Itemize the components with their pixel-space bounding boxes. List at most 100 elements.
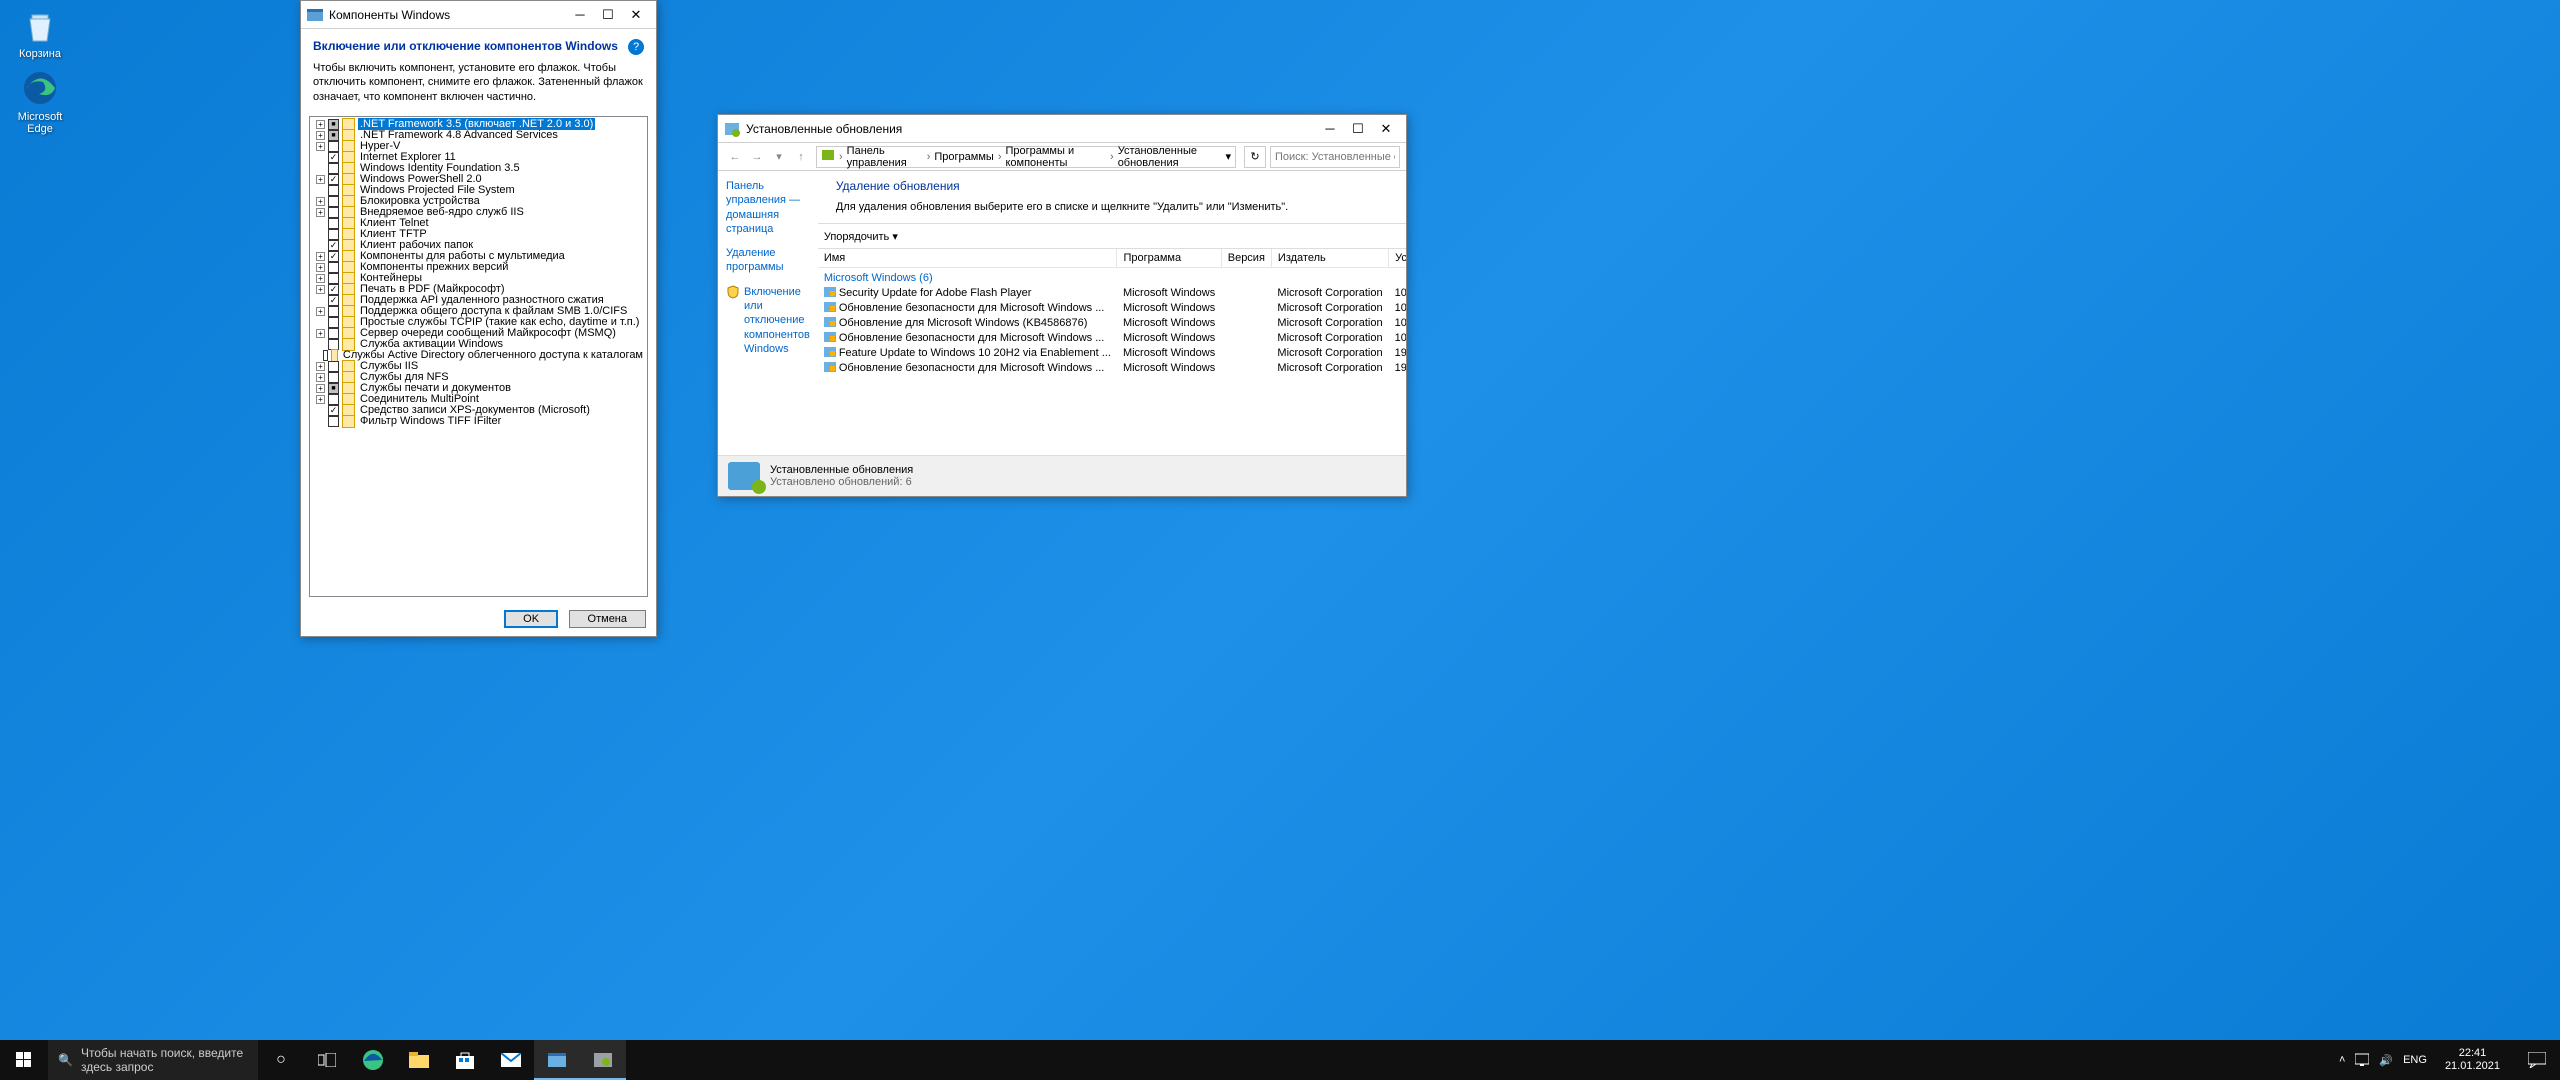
tray-language[interactable]: ENG <box>2403 1054 2427 1066</box>
minimize-button[interactable]: ─ <box>566 4 594 26</box>
titlebar[interactable]: Компоненты Windows ─ ☐ ✕ <box>301 1 656 29</box>
feature-item[interactable]: +Службы печати и документов <box>312 383 645 394</box>
crumb-installed-updates[interactable]: Установленные обновления <box>1118 145 1226 169</box>
close-button[interactable]: ✕ <box>622 4 650 26</box>
back-button[interactable]: ← <box>724 146 746 168</box>
feature-item[interactable]: Фильтр Windows TIFF IFilter <box>312 416 645 427</box>
feature-checkbox[interactable] <box>323 350 329 361</box>
expand-toggle[interactable]: + <box>316 285 325 294</box>
feature-checkbox[interactable] <box>328 240 339 251</box>
feature-item[interactable]: +Печать в PDF (Майкрософт) <box>312 284 645 295</box>
feature-checkbox[interactable] <box>328 163 339 174</box>
tray-volume-icon[interactable]: 🔊 <box>2379 1054 2393 1067</box>
sidebar-windows-features[interactable]: Включение или отключение компонентов Win… <box>744 285 810 356</box>
expand-toggle[interactable]: + <box>316 197 325 206</box>
update-row[interactable]: Security Update for Adobe Flash PlayerMi… <box>818 285 1406 300</box>
feature-item[interactable]: Windows Projected File System <box>312 185 645 196</box>
start-button[interactable] <box>0 1040 48 1080</box>
feature-item[interactable]: +Службы IIS <box>312 361 645 372</box>
feature-checkbox[interactable] <box>328 152 339 163</box>
feature-item[interactable]: +Hyper-V <box>312 141 645 152</box>
feature-checkbox[interactable] <box>328 130 339 141</box>
col-publisher[interactable]: Издатель <box>1271 249 1388 268</box>
feature-item[interactable]: +.NET Framework 4.8 Advanced Services <box>312 130 645 141</box>
feature-item[interactable]: Internet Explorer 11 <box>312 152 645 163</box>
maximize-button[interactable]: ☐ <box>1344 118 1372 140</box>
breadcrumb[interactable]: › Панель управления › Программы › Програ… <box>816 146 1236 168</box>
expand-toggle[interactable]: + <box>316 252 325 261</box>
up-button[interactable]: ↑ <box>790 146 812 168</box>
crumb-control-panel[interactable]: Панель управления <box>847 145 923 169</box>
expand-toggle[interactable]: + <box>316 362 325 371</box>
feature-item[interactable]: +Контейнеры <box>312 273 645 284</box>
tray-network-icon[interactable] <box>2355 1052 2369 1069</box>
feature-item[interactable]: +Сервер очереди сообщений Майкрософт (MS… <box>312 328 645 339</box>
forward-button[interactable]: → <box>746 146 768 168</box>
crumb-dropdown-icon[interactable]: ▾ <box>1225 150 1231 163</box>
feature-item[interactable]: +Соединитель MultiPoint <box>312 394 645 405</box>
feature-checkbox[interactable] <box>328 196 339 207</box>
feature-checkbox[interactable] <box>328 394 339 405</box>
col-name[interactable]: Имя <box>818 249 1117 268</box>
col-version[interactable]: Версия <box>1221 249 1271 268</box>
feature-item[interactable]: Простые службы TCPIP (такие как echo, da… <box>312 317 645 328</box>
expand-toggle[interactable]: + <box>316 395 325 404</box>
feature-checkbox[interactable] <box>328 372 339 383</box>
minimize-button[interactable]: ─ <box>1316 118 1344 140</box>
update-row[interactable]: Обновление безопасности для Microsoft Wi… <box>818 330 1406 345</box>
feature-checkbox[interactable] <box>328 218 339 229</box>
feature-checkbox[interactable] <box>328 141 339 152</box>
expand-toggle[interactable]: + <box>316 142 325 151</box>
recent-button[interactable]: ▾ <box>768 146 790 168</box>
cortana-button[interactable]: ○ <box>258 1040 304 1080</box>
feature-item[interactable]: Клиент Telnet <box>312 218 645 229</box>
feature-item[interactable]: +Внедряемое веб-ядро служб IIS <box>312 207 645 218</box>
expand-toggle[interactable]: + <box>316 307 325 316</box>
sidebar-uninstall[interactable]: Удаление программы <box>726 246 810 275</box>
taskbar-app-store[interactable] <box>442 1040 488 1080</box>
taskbar-app-edge[interactable] <box>350 1040 396 1080</box>
expand-toggle[interactable]: + <box>316 208 325 217</box>
titlebar[interactable]: Установленные обновления ─ ☐ ✕ <box>718 115 1406 143</box>
taskbar-app-mail[interactable] <box>488 1040 534 1080</box>
feature-checkbox[interactable] <box>328 251 339 262</box>
update-row[interactable]: Обновление безопасности для Microsoft Wi… <box>818 360 1406 375</box>
feature-item[interactable]: +Windows PowerShell 2.0 <box>312 174 645 185</box>
group-header[interactable]: Microsoft Windows (6) <box>824 272 933 284</box>
features-tree[interactable]: +.NET Framework 3.5 (включает .NET 2.0 и… <box>309 116 648 597</box>
col-program[interactable]: Программа <box>1117 249 1221 268</box>
expand-toggle[interactable]: + <box>316 175 325 184</box>
cancel-button[interactable]: Отмена <box>569 610 646 628</box>
feature-item[interactable]: Службы Active Directory облегченного дос… <box>312 350 645 361</box>
feature-item[interactable]: +Компоненты для работы с мультимедиа <box>312 251 645 262</box>
feature-checkbox[interactable] <box>328 306 339 317</box>
ok-button[interactable]: OK <box>504 610 558 628</box>
sidebar-home[interactable]: Панель управления — домашняя страница <box>726 179 810 236</box>
feature-checkbox[interactable] <box>328 317 339 328</box>
maximize-button[interactable]: ☐ <box>594 4 622 26</box>
expand-toggle[interactable]: + <box>316 329 325 338</box>
feature-checkbox[interactable] <box>328 361 339 372</box>
feature-checkbox[interactable] <box>328 229 339 240</box>
feature-item[interactable]: Служба активации Windows <box>312 339 645 350</box>
feature-checkbox[interactable] <box>328 207 339 218</box>
feature-checkbox[interactable] <box>328 416 339 427</box>
action-center-button[interactable] <box>2514 1040 2560 1080</box>
taskbar-app-control-panel[interactable] <box>580 1040 626 1080</box>
taskbar-search[interactable]: 🔍 Чтобы начать поиск, введите здесь запр… <box>48 1040 258 1080</box>
feature-checkbox[interactable] <box>328 295 339 306</box>
crumb-programs[interactable]: Программы <box>934 151 993 163</box>
expand-toggle[interactable]: + <box>316 131 325 140</box>
search-input[interactable] <box>1270 146 1400 168</box>
update-row[interactable]: Feature Update to Windows 10 20H2 via En… <box>818 345 1406 360</box>
close-button[interactable]: ✕ <box>1372 118 1400 140</box>
feature-item[interactable]: Поддержка API удаленного разностного сжа… <box>312 295 645 306</box>
help-icon[interactable]: ? <box>628 39 644 55</box>
update-row[interactable]: Обновление безопасности для Microsoft Wi… <box>818 300 1406 315</box>
feature-item[interactable]: Windows Identity Foundation 3.5 <box>312 163 645 174</box>
feature-checkbox[interactable] <box>328 383 339 394</box>
update-row[interactable]: Обновление для Microsoft Windows (KB4586… <box>818 315 1406 330</box>
expand-toggle[interactable]: + <box>316 263 325 272</box>
recycle-bin[interactable]: Корзина <box>5 5 75 60</box>
crumb-programs-features[interactable]: Программы и компоненты <box>1005 145 1106 169</box>
